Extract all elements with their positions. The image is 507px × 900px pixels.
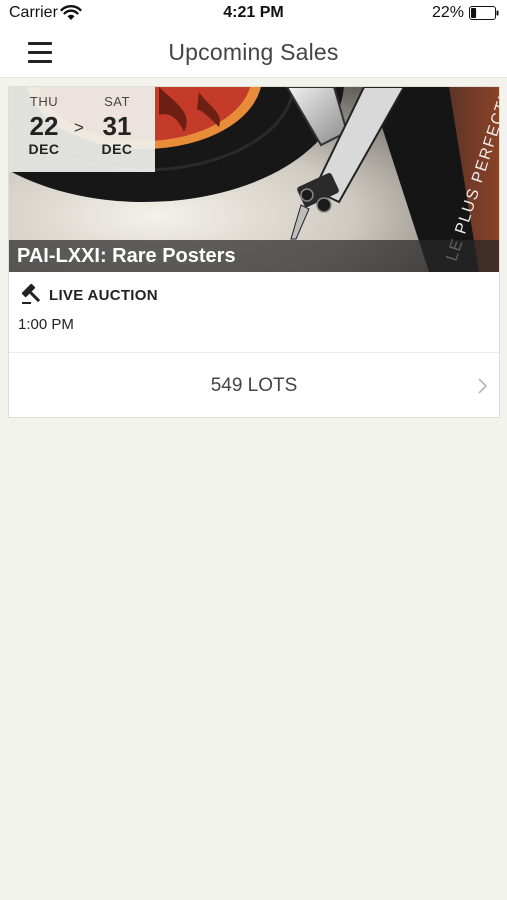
battery-percent: 22% (431, 4, 464, 21)
end-day: 31 (102, 111, 132, 141)
sale-info: LIVE AUCTION 1:00 PM (9, 272, 499, 352)
sale-time: 1:00 PM (18, 316, 74, 333)
lots-count: 549 LOTS (210, 375, 298, 396)
start-day: 22 (29, 111, 59, 141)
sale-card[interactable]: LE PLUS PERFECTION THU 22 DEC > SAT 31 D… (8, 86, 500, 418)
start-weekday: THU (29, 94, 59, 109)
sale-hero-image: LE PLUS PERFECTION THU 22 DEC > SAT 31 D… (9, 87, 499, 272)
start-month: DEC (28, 141, 60, 157)
status-bar: Carrier 4:21 PM 22% (0, 0, 507, 28)
end-date: SAT 31 DEC (92, 94, 142, 157)
lots-button[interactable]: 549 LOTS (9, 353, 499, 417)
status-time: 4:21 PM (223, 4, 284, 21)
date-range: THU 22 DEC > SAT 31 DEC (9, 87, 155, 172)
auction-type: LIVE AUCTION (49, 287, 158, 304)
start-date: THU 22 DEC (19, 94, 69, 157)
date-separator: > (74, 118, 84, 137)
sale-title[interactable]: PAI-LXXI: Rare Posters (17, 245, 236, 268)
battery-icon (469, 6, 499, 20)
end-weekday: SAT (104, 94, 130, 109)
nav-bar: Upcoming Sales (0, 28, 507, 78)
page-title: Upcoming Sales (168, 39, 339, 65)
end-month: DEC (101, 141, 133, 157)
chevron-right-icon (478, 378, 487, 394)
gavel-icon (21, 283, 41, 304)
